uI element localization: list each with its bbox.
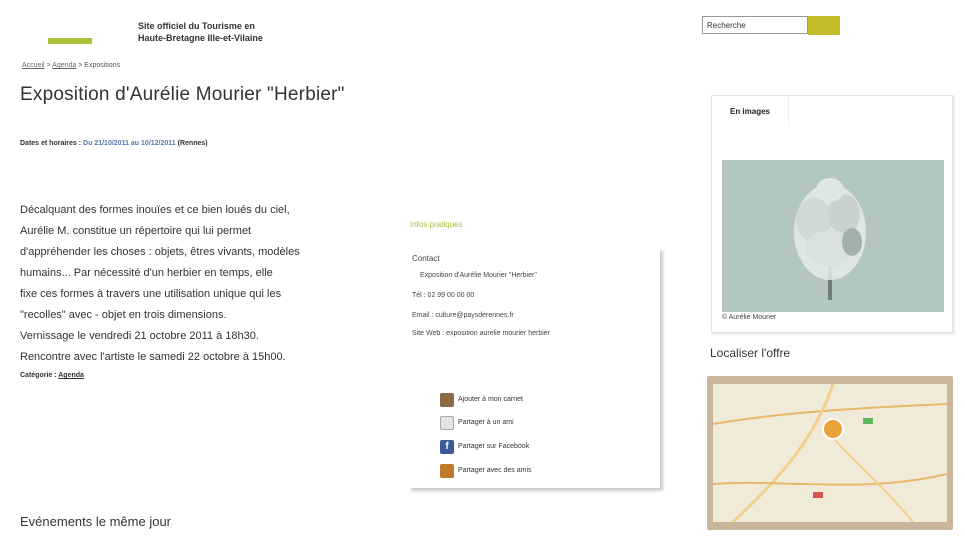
share-friends-button[interactable]: Partager avec des amis	[440, 463, 532, 479]
breadcrumb-agenda[interactable]: Agenda	[52, 62, 76, 69]
share-label: Partager à un ami	[458, 419, 514, 426]
email-icon	[440, 416, 454, 430]
description-line: d'appréhender les choses : objets, êtres…	[20, 246, 300, 258]
contact-name: Exposition d'Aurélie Mourier "Herbier"	[420, 272, 537, 279]
tree-illustration	[794, 178, 866, 300]
same-day-events-heading: Evénements le même jour	[20, 514, 172, 529]
share-label: Partager sur Facebook	[458, 443, 530, 450]
dates-extra: (Rennes)	[177, 140, 208, 147]
tab-images[interactable]: En images	[712, 96, 789, 126]
description-line: "recolles" avec - objet en trois dimensi…	[20, 309, 227, 321]
page-title: Exposition d'Aurélie Mourier "Herbier"	[20, 84, 345, 105]
contact-phone: Tél : 02 99 00 00 00	[412, 292, 475, 299]
description-line: Décalquant des formes inouïes et ce bien…	[20, 204, 290, 216]
dates-value: Du 21/10/2011 au 10/12/2011	[83, 140, 176, 147]
share-to-friend-button[interactable]: Partager à un ami	[440, 415, 514, 431]
event-photo[interactable]	[722, 160, 944, 312]
friends-icon	[440, 464, 454, 478]
map-marker-icon[interactable]	[822, 418, 844, 440]
category-link[interactable]: Agenda	[58, 372, 84, 379]
breadcrumb-current: Expositions	[84, 62, 121, 69]
logo-line-1: Site officiel du Tourisme en	[138, 21, 255, 31]
contact-email[interactable]: Email : culture@paysderennes.fr	[412, 312, 514, 319]
dates-label: Dates et horaires :	[20, 140, 82, 147]
event-category: Catégorie : Agenda	[20, 372, 84, 379]
contact-label: Contact	[412, 254, 440, 263]
facebook-icon: f	[440, 440, 454, 454]
description-line: fixe ces formes à travers une utilisatio…	[20, 288, 282, 300]
search-button[interactable]	[808, 16, 840, 35]
add-to-notebook-button[interactable]: Ajouter à mon carnet	[440, 392, 523, 408]
notebook-icon	[440, 393, 454, 407]
event-description: Décalquant des formes inouïes et ce bien…	[20, 200, 385, 368]
description-line: Vernissage le vendredi 21 octobre 2011 à…	[20, 330, 259, 342]
localize-title: Localiser l'offre	[710, 346, 791, 360]
contact-website[interactable]: Site Web : exposition aurelie mourier he…	[412, 330, 550, 337]
breadcrumb-home[interactable]: Accueil	[22, 62, 45, 69]
photo-caption: © Aurélie Mourier	[722, 314, 777, 321]
practical-info-title: Infos pratiques	[410, 220, 463, 229]
logo-mark[interactable]	[48, 38, 92, 44]
share-facebook-button[interactable]: f Partager sur Facebook	[440, 439, 529, 455]
description-line: Rencontre avec l'artiste le samedi 22 oc…	[20, 351, 286, 363]
search-input[interactable]	[702, 16, 808, 34]
description-line: humains... Par nécessité d'un herbier en…	[20, 267, 273, 279]
breadcrumb: Accueil > Agenda > Expositions	[22, 62, 120, 69]
map-canvas[interactable]	[712, 383, 948, 524]
site-logo-text[interactable]: Site officiel du Tourisme en Haute-Breta…	[138, 20, 308, 44]
event-dates: Dates et horaires : Du 21/10/2011 au 10/…	[20, 140, 208, 147]
map-roads	[712, 383, 948, 524]
share-label: Partager avec des amis	[458, 467, 532, 474]
logo-line-2: Haute-Bretagne Ille-et-Vilaine	[138, 33, 263, 43]
share-label: Ajouter à mon carnet	[458, 396, 523, 403]
category-label: Catégorie :	[20, 372, 57, 379]
description-line: Aurélie M. constitue un répertoire qui l…	[20, 225, 252, 237]
